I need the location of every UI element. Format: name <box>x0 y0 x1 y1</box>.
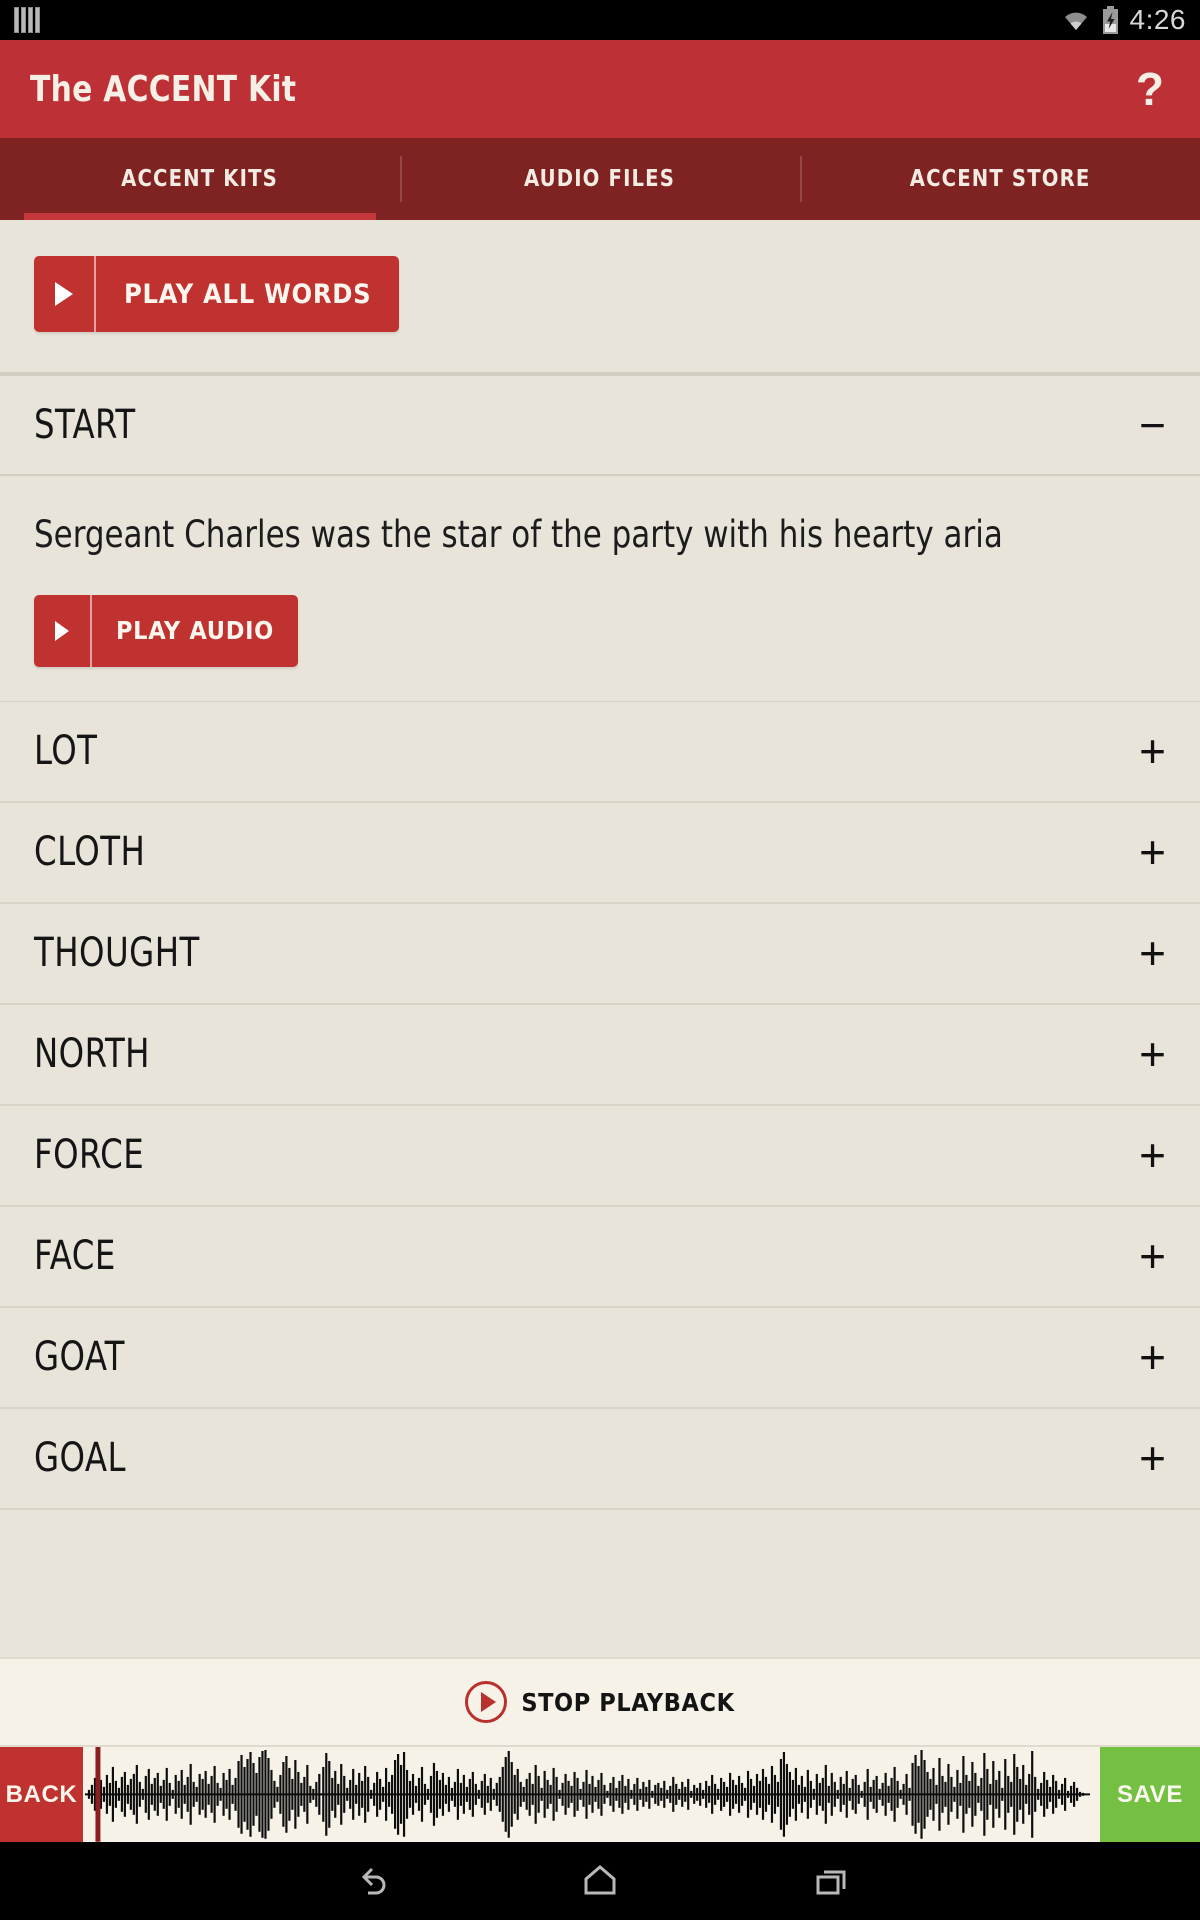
status-bar-clock: 4:26 <box>1129 4 1186 35</box>
word-row-force[interactable]: FORCE + <box>0 1106 1200 1207</box>
expand-plus-icon[interactable]: + <box>1139 1435 1166 1481</box>
play-triangle-icon <box>34 256 96 332</box>
battery-charging-icon <box>1101 6 1120 34</box>
app-root: 4:26 The ACCENT Kit ? ACCENT KITS AUDIO … <box>0 0 1200 1920</box>
tab-audio-files[interactable]: AUDIO FILES <box>400 138 800 220</box>
word-row-north[interactable]: NORTH + <box>0 1005 1200 1106</box>
recents-nav-icon[interactable] <box>806 1859 858 1903</box>
waveform-display[interactable] <box>83 1747 1100 1842</box>
word-row-label: CLOTH <box>34 829 146 876</box>
expand-plus-icon[interactable]: + <box>1139 728 1166 774</box>
waveform-svg <box>84 1747 1091 1842</box>
word-row-label: FORCE <box>34 1132 145 1179</box>
section-title-start: START <box>34 402 136 448</box>
word-row-label: NORTH <box>34 1031 150 1078</box>
practice-sentence: Sergeant Charles was the star of the par… <box>34 513 1003 556</box>
home-nav-icon[interactable] <box>574 1859 626 1903</box>
expand-plus-icon[interactable]: + <box>1139 930 1166 976</box>
word-row-lot[interactable]: LOT + <box>0 702 1200 803</box>
tab-bar: ACCENT KITS AUDIO FILES ACCENT STORE <box>0 138 1200 220</box>
play-audio-label: PLAY AUDIO <box>116 616 274 646</box>
android-nav-bar <box>0 1842 1200 1920</box>
word-row-label: GOAL <box>34 1435 126 1482</box>
tab-accent-store[interactable]: ACCENT STORE <box>800 138 1200 220</box>
signal-bars-icon <box>14 7 40 33</box>
back-button[interactable]: BACK <box>0 1747 83 1842</box>
collapse-minus-icon[interactable]: − <box>1139 402 1166 448</box>
stop-playback-label: STOP PLAYBACK <box>521 1687 735 1717</box>
stop-playback-button[interactable]: STOP PLAYBACK <box>0 1657 1200 1746</box>
section-header-start[interactable]: START − <box>0 374 1200 476</box>
word-row-label: GOAT <box>34 1334 125 1381</box>
word-row-goal[interactable]: GOAL + <box>0 1409 1200 1510</box>
back-nav-icon[interactable] <box>342 1859 394 1903</box>
word-row-goat[interactable]: GOAT + <box>0 1308 1200 1409</box>
play-all-words-wrap: PLAY ALL WORDS <box>0 220 1200 372</box>
section-body-start: Sergeant Charles was the star of the par… <box>0 476 1200 701</box>
play-all-words-button[interactable]: PLAY ALL WORDS <box>34 256 400 332</box>
kit-content-scroll[interactable]: PLAY ALL WORDS START − Sergeant Charles … <box>0 220 1200 1658</box>
help-icon[interactable]: ? <box>1130 66 1170 112</box>
play-triangle-icon <box>34 594 92 667</box>
app-bar: The ACCENT Kit ? <box>0 40 1200 138</box>
expand-plus-icon[interactable]: + <box>1139 1132 1166 1178</box>
tab-audio-files-label: AUDIO FILES <box>524 166 676 192</box>
waveform-bar: BACK SAVE <box>0 1745 1200 1842</box>
expand-plus-icon[interactable]: + <box>1139 1233 1166 1279</box>
tab-accent-store-label: ACCENT STORE <box>909 166 1091 192</box>
tab-accent-kits-label: ACCENT KITS <box>121 166 279 192</box>
status-bar: 4:26 <box>0 0 1200 40</box>
expand-plus-icon[interactable]: + <box>1139 1031 1166 1077</box>
word-row-label: LOT <box>34 728 98 775</box>
word-row-label: FACE <box>34 1233 116 1280</box>
word-row-label: THOUGHT <box>34 930 200 977</box>
app-title: The ACCENT Kit <box>30 68 297 110</box>
status-bar-icons: 4:26 <box>1061 4 1187 36</box>
wifi-icon <box>1061 8 1091 32</box>
expand-plus-icon[interactable]: + <box>1139 829 1166 875</box>
word-row-cloth[interactable]: CLOTH + <box>0 803 1200 904</box>
word-row-face[interactable]: FACE + <box>0 1207 1200 1308</box>
save-button[interactable]: SAVE <box>1100 1747 1200 1842</box>
expand-plus-icon[interactable]: + <box>1139 1334 1166 1380</box>
play-all-words-label: PLAY ALL WORDS <box>124 278 372 310</box>
play-audio-button[interactable]: PLAY AUDIO <box>34 594 298 667</box>
play-circle-icon <box>465 1681 508 1724</box>
tab-accent-kits[interactable]: ACCENT KITS <box>0 138 400 220</box>
word-row-thought[interactable]: THOUGHT + <box>0 904 1200 1005</box>
